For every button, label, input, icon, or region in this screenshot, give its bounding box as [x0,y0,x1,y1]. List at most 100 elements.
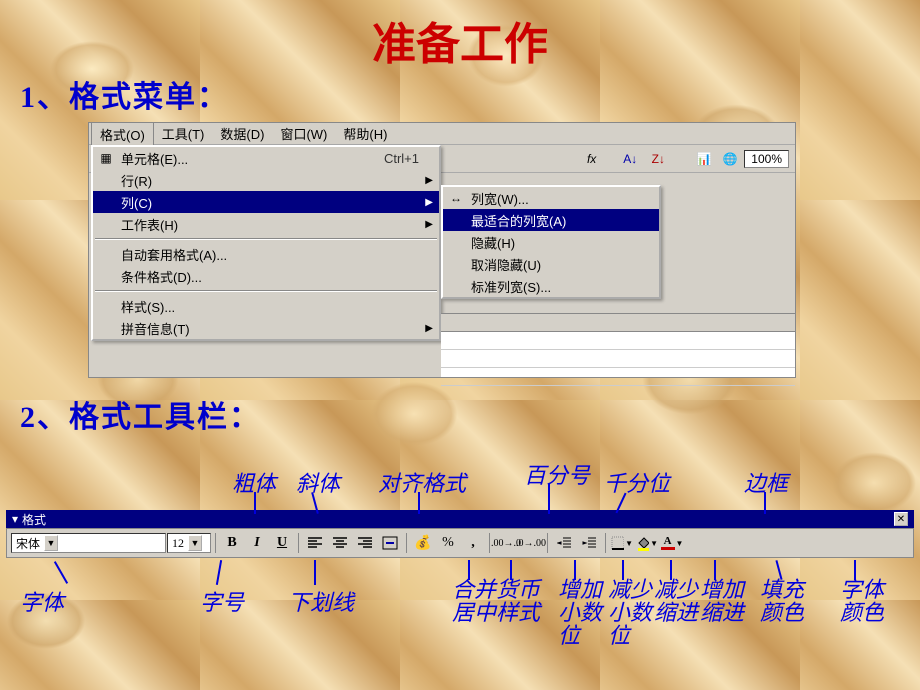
font-name-combo[interactable]: 宋体 ▼ [11,533,166,553]
menu-format[interactable]: 格式(O) [91,122,154,146]
toolbar-separator [605,533,606,553]
callout-size: 字号 [200,585,244,617]
font-color-letter: A [664,536,672,547]
callout-border: 边框 [744,466,788,498]
bold-button[interactable]: B [220,532,244,554]
dropdown-arrow-icon[interactable]: ▼ [676,539,684,548]
sort-asc-icon[interactable]: A↓ [618,148,642,170]
toolbar-separator [215,533,216,553]
menu-separator [95,290,437,292]
menubar: 格式(O) 工具(T) 数据(D) 窗口(W) 帮助(H) [89,123,795,145]
font-size-value: 12 [172,536,184,551]
menu-item-cells[interactable]: ▦ 单元格(E)... Ctrl+1 [93,147,439,169]
toolbar-separator [489,533,490,553]
align-left-icon [308,537,322,549]
merge-icon [382,536,398,550]
align-right-button[interactable] [353,532,377,554]
dropdown-arrow-icon[interactable]: ▼ [188,535,202,551]
align-right-icon [358,537,372,549]
menu-item-label: 自动套用格式(A)... [121,245,227,264]
decrease-indent-button[interactable] [552,532,576,554]
align-left-button[interactable] [303,532,327,554]
increase-decimal-button[interactable]: .00→.0 [494,532,518,554]
align-center-button[interactable] [328,532,352,554]
toolbar-separator [406,533,407,553]
menu-item-autoformat[interactable]: 自动套用格式(A)... [93,243,439,265]
menu-separator [95,238,437,240]
section-1-label: 1、格式菜单： [20,72,229,116]
dropdown-arrow-icon[interactable]: ▼ [44,535,58,551]
submenu-item-unhide[interactable]: 取消隐藏(U) [443,253,659,275]
format-dropdown: ▦ 单元格(E)... Ctrl+1 行(R) ▶ 列(C) ▶ 工作表(H) … [91,145,441,341]
menu-item-row[interactable]: 行(R) ▶ [93,169,439,191]
map-icon[interactable]: 🌐 [718,148,742,170]
percent-button[interactable]: % [436,532,460,554]
excel-menu-screenshot: 格式(O) 工具(T) 数据(D) 窗口(W) 帮助(H) 🏠 fx A↓ Z↓… [88,122,796,378]
currency-button[interactable]: 💰 [411,532,435,554]
callout-dec-dec: 减少小数位 [608,578,652,647]
callout-percent: 百分号 [524,458,590,490]
italic-button[interactable]: I [245,532,269,554]
callout-align: 对齐格式 [378,466,466,498]
dropdown-arrow-icon[interactable]: ▼ [650,539,658,548]
menu-item-sheet[interactable]: 工作表(H) ▶ [93,213,439,235]
format-toolbar-titlebar[interactable]: ▾ 格式 ✕ [6,510,914,528]
submenu-item-width[interactable]: ↔ 列宽(W)... [443,187,659,209]
font-name-value: 宋体 [16,535,40,552]
format-toolbar-window: ▾ 格式 ✕ 宋体 ▼ 12 ▼ B I U 💰 % [6,510,914,558]
submenu-arrow-icon: ▶ [425,197,433,208]
border-icon [611,536,624,550]
menu-help[interactable]: 帮助(H) [335,122,395,145]
submenu-arrow-icon: ▶ [425,219,433,230]
worksheet-area[interactable] [441,313,795,377]
menu-tools[interactable]: 工具(T) [154,122,213,145]
toolbar-menu-arrow-icon[interactable]: ▾ [12,512,18,527]
menu-item-label: 行(R) [121,171,152,190]
column-submenu: ↔ 列宽(W)... 最适合的列宽(A) 隐藏(H) 取消隐藏(U) 标准列宽(… [441,185,661,299]
menu-item-style[interactable]: 样式(S)... [93,295,439,317]
menu-item-label: 条件格式(D)... [121,267,202,286]
callout-fontcolor: 字体颜色 [840,578,884,624]
submenu-item-autofit[interactable]: 最适合的列宽(A) [443,209,659,231]
comma-button[interactable]: , [461,532,485,554]
callout-indent-dec: 减少缩进 [654,578,698,624]
toolbar-separator [298,533,299,553]
zoom-combo[interactable]: 100% [744,150,789,168]
decrease-decimal-button[interactable]: .0→.00 [519,532,543,554]
currency-icon: 💰 [414,535,431,552]
submenu-arrow-icon: ▶ [425,175,433,186]
increase-indent-button[interactable] [577,532,601,554]
underline-button[interactable]: U [270,532,294,554]
dec-dec-icon: .0→.00 [516,538,546,549]
menu-item-phonetic[interactable]: 拼音信息(T) ▶ [93,317,439,339]
menu-window[interactable]: 窗口(W) [272,122,335,145]
inc-indent-icon [582,537,596,549]
submenu-item-hide[interactable]: 隐藏(H) [443,231,659,253]
callout-currency: 货币样式 [496,578,540,624]
chart-wizard-icon[interactable]: 📊 [692,148,716,170]
menu-item-conditional[interactable]: 条件格式(D)... [93,265,439,287]
font-color-button[interactable]: A ▼ [660,532,684,554]
menu-item-label: 最适合的列宽(A) [471,211,566,230]
callout-thousand: 千分位 [604,466,670,498]
sort-desc-icon[interactable]: Z↓ [646,148,670,170]
section-2-label: 2、格式工具栏： [20,392,261,436]
cells-icon: ▦ [97,151,115,165]
dropdown-arrow-icon[interactable]: ▼ [625,539,633,548]
submenu-item-standard[interactable]: 标准列宽(S)... [443,275,659,297]
menu-data[interactable]: 数据(D) [212,122,272,145]
callout-line [314,560,316,585]
menu-item-label: 拼音信息(T) [121,319,190,338]
merge-center-button[interactable] [378,532,402,554]
dec-indent-icon [557,537,571,549]
menu-item-label: 工作表(H) [121,215,178,234]
menu-item-column[interactable]: 列(C) ▶ [93,191,439,213]
border-button[interactable]: ▼ [610,532,634,554]
callout-bold: 粗体 [232,466,276,498]
menu-item-label: 样式(S)... [121,297,175,316]
close-icon[interactable]: ✕ [894,512,908,526]
toolbar-title: 格式 [22,511,46,528]
fill-color-button[interactable]: ▼ [635,532,659,554]
font-size-combo[interactable]: 12 ▼ [167,533,211,553]
menu-item-label: 列宽(W)... [471,189,529,208]
